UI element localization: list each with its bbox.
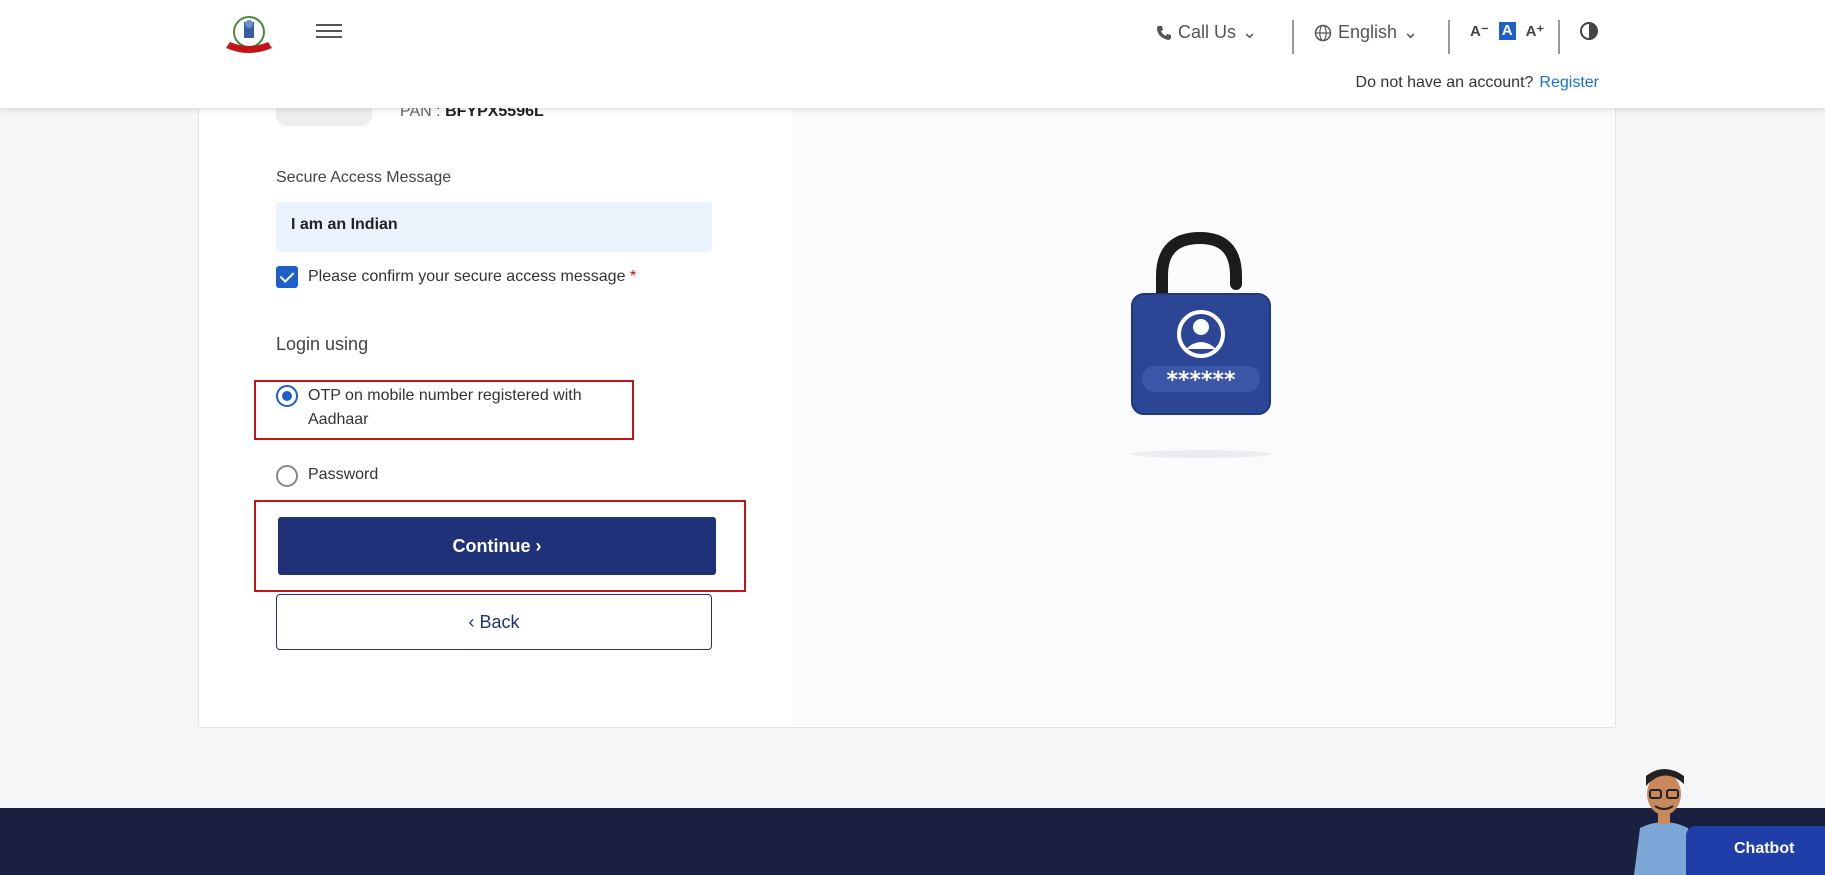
confirm-text: Please confirm your secure access messag… bbox=[308, 268, 637, 285]
globe-icon bbox=[1314, 24, 1332, 41]
password-radio[interactable] bbox=[276, 464, 298, 487]
font-increase-button[interactable]: A⁺ bbox=[1526, 22, 1545, 40]
call-us-label: Call Us bbox=[1178, 22, 1237, 42]
back-button[interactable]: ‹ Back bbox=[276, 594, 712, 650]
call-us-dropdown[interactable]: Call Us ⌄ bbox=[1156, 22, 1257, 43]
login-using-heading: Login using bbox=[276, 334, 369, 354]
padlock-illustration-icon: ****** bbox=[1131, 232, 1271, 458]
phone-icon bbox=[1157, 25, 1171, 40]
otp-option-label: OTP on mobile number registered with Aad… bbox=[308, 387, 582, 428]
otp-radio[interactable] bbox=[276, 385, 298, 407]
footer-bar bbox=[0, 808, 1825, 875]
emblem-logo-icon[interactable] bbox=[222, 14, 276, 60]
masked-password-text: ****** bbox=[1166, 368, 1236, 393]
radio-option-otp[interactable]: OTP on mobile number registered with Aad… bbox=[276, 384, 616, 432]
language-dropdown[interactable]: English ⌄ bbox=[1314, 22, 1418, 43]
continue-button[interactable]: Continue › bbox=[278, 517, 716, 575]
chevron-down-icon: ⌄ bbox=[1403, 22, 1419, 42]
header-divider bbox=[1558, 20, 1560, 54]
chatbot-button[interactable]: Chatbot bbox=[1686, 826, 1825, 875]
account-prompt: Do not have an account? Register bbox=[1356, 74, 1599, 92]
header-divider bbox=[1448, 20, 1450, 54]
register-link[interactable]: Register bbox=[1539, 74, 1599, 91]
confirm-row: Please confirm your secure access messag… bbox=[276, 266, 636, 288]
font-size-controls: A⁻ A A⁺ bbox=[1470, 22, 1544, 40]
secure-access-label: Secure Access Message bbox=[276, 169, 452, 186]
secure-access-message: I am an Indian bbox=[276, 202, 712, 252]
hamburger-menu-icon[interactable] bbox=[316, 20, 342, 42]
chevron-down-icon: ⌄ bbox=[1242, 22, 1258, 42]
radio-option-password[interactable]: Password bbox=[276, 463, 378, 487]
font-decrease-button[interactable]: A⁻ bbox=[1470, 22, 1489, 40]
language-label: English bbox=[1338, 22, 1398, 42]
contrast-toggle-icon[interactable] bbox=[1580, 22, 1598, 40]
header-divider bbox=[1292, 20, 1294, 54]
account-prompt-text: Do not have an account? bbox=[1355, 74, 1534, 91]
password-option-label: Password bbox=[308, 466, 379, 483]
confirm-checkbox[interactable] bbox=[276, 266, 298, 288]
top-header: Call Us ⌄ English ⌄ A⁻ A A⁺ Do not have … bbox=[0, 0, 1825, 108]
font-default-button[interactable]: A bbox=[1498, 22, 1516, 40]
